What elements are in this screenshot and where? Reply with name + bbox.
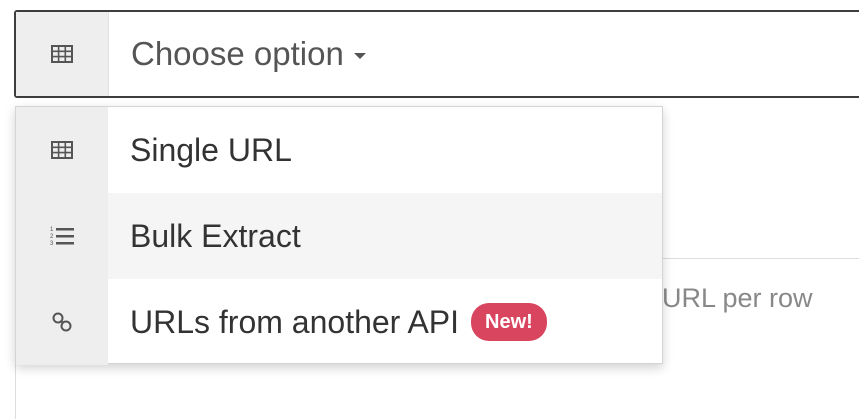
menu-item-label: Single URL: [130, 131, 292, 168]
svg-text:1: 1: [50, 227, 54, 233]
background-help-text: URL per row: [662, 283, 813, 313]
menu-item-label: URLs from another API: [130, 303, 460, 340]
link-icon: [51, 311, 73, 333]
menu-item-label: Bulk Extract: [130, 217, 301, 254]
numbered-list-icon: 1 2 3: [50, 225, 74, 247]
menu-item-bulk-extract[interactable]: 1 2 3 Bulk Extract: [16, 193, 662, 279]
select-placeholder: Choose option: [131, 35, 344, 72]
dropdown-menu: Single URL 1 2 3 Bulk Extract URLs from …: [15, 106, 663, 365]
choose-option-dropdown[interactable]: Choose option: [14, 10, 859, 98]
caret-down-icon: [353, 53, 366, 59]
table-icon: [51, 45, 73, 63]
menu-item-single-url[interactable]: Single URL: [16, 107, 662, 193]
table-icon: [51, 141, 73, 159]
svg-text:2: 2: [50, 234, 54, 240]
new-badge: New!: [471, 303, 547, 341]
svg-text:3: 3: [50, 241, 54, 247]
select-addon: [16, 12, 109, 96]
select-toggle[interactable]: Choose option: [109, 12, 366, 96]
menu-item-urls-from-another-api[interactable]: URLs from another API New!: [16, 279, 662, 365]
